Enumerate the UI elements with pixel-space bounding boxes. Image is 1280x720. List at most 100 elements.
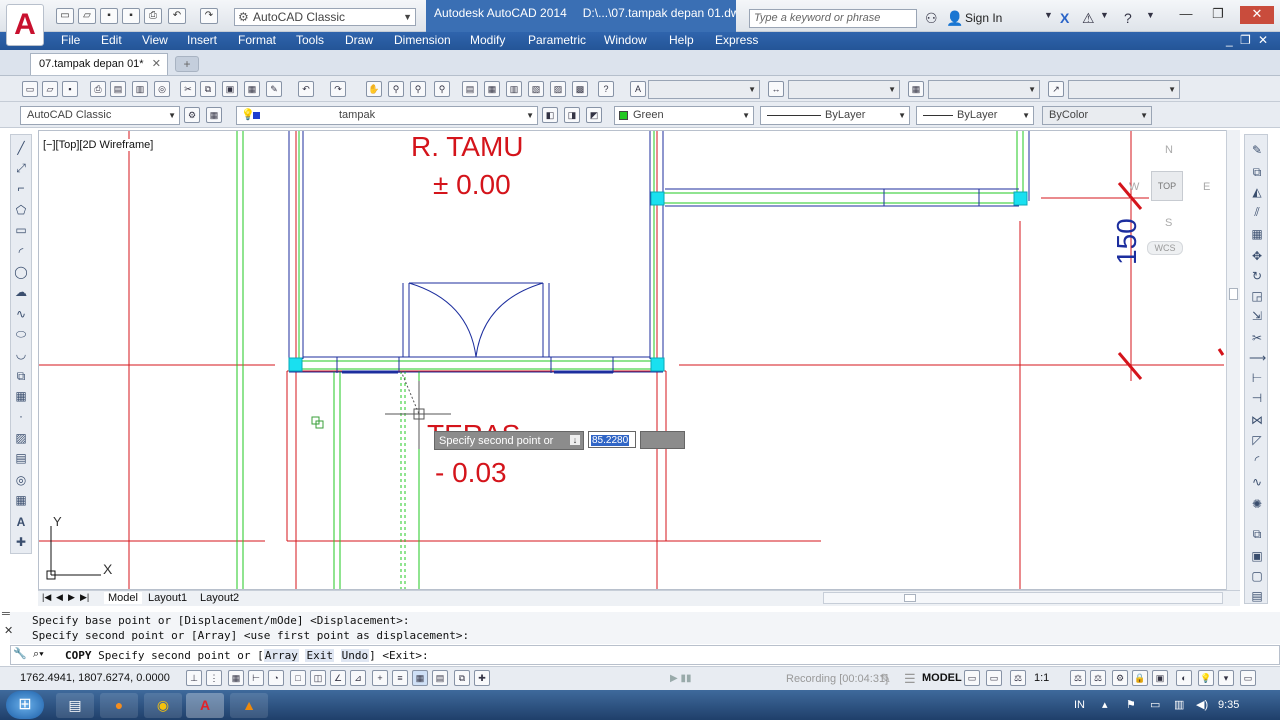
revcloud-icon[interactable]: ☁ — [13, 285, 29, 299]
clean-screen-icon[interactable]: ▭ — [1240, 670, 1256, 686]
next-tab-icon[interactable]: ▶ — [68, 592, 75, 603]
language-indicator[interactable]: IN — [1074, 699, 1085, 711]
vlc-icon[interactable]: ▲ — [230, 693, 268, 718]
workspace-dropdown[interactable]: ⚙ AutoCAD Classic ▼ — [234, 8, 416, 26]
sign-in-button[interactable]: Sign In — [965, 11, 1002, 25]
text-front-icon[interactable]: ▤ — [1249, 589, 1265, 603]
paste-icon[interactable]: ▣ — [222, 81, 238, 97]
display-icon[interactable]: ▭ — [1150, 698, 1160, 711]
scroll-thumb[interactable] — [904, 594, 916, 602]
array-icon[interactable]: ▦ — [1249, 227, 1265, 241]
tool-palettes-icon[interactable]: ▥ — [506, 81, 522, 97]
design-center-icon[interactable]: ▦ — [484, 81, 500, 97]
workspace-dropdown[interactable]: AutoCAD Classic ▼ — [20, 106, 180, 125]
tab-layout2[interactable]: Layout2 — [200, 592, 239, 604]
explode-icon[interactable]: ✺ — [1249, 497, 1265, 511]
annotation-scale-icon[interactable]: ⚖ — [1010, 670, 1026, 686]
linetype-dropdown[interactable]: ByLayer ▼ — [760, 106, 910, 125]
option-array[interactable]: Array — [263, 649, 299, 662]
polygon-icon[interactable]: ⬠ — [13, 203, 29, 217]
grid-icon[interactable]: ▦ — [228, 670, 244, 686]
saveas-icon[interactable]: ▪ — [122, 8, 140, 24]
tray-expand-icon[interactable]: ▴ — [1102, 698, 1108, 711]
first-tab-icon[interactable]: |◀ — [42, 592, 51, 603]
wrench-icon[interactable]: 🔧 — [13, 647, 27, 660]
undo-icon[interactable]: ↶ — [168, 8, 186, 24]
make-block-icon[interactable]: ▦ — [13, 389, 29, 403]
qnew-icon[interactable]: ▭ — [22, 81, 38, 97]
lineweight-dropdown[interactable]: ByLayer ▼ — [916, 106, 1034, 125]
redo-icon[interactable]: ↷ — [200, 8, 218, 24]
clock[interactable]: 9:35 — [1218, 699, 1239, 711]
selection-cycling-icon[interactable]: ⧉ — [454, 670, 470, 686]
search-input[interactable]: Type a keyword or phrase — [749, 9, 917, 28]
send-back-icon[interactable]: ▢ — [1249, 569, 1265, 583]
ellipse-icon[interactable]: ⬭ — [13, 327, 29, 341]
quick-view-drawings-icon[interactable]: ▭ — [986, 670, 1002, 686]
viewcube-west[interactable]: W — [1129, 181, 1139, 193]
stretch-icon[interactable]: ⇲ — [1249, 309, 1265, 323]
exchange-icon[interactable]: X — [1060, 10, 1069, 26]
down-arrow-icon[interactable]: ↓ — [570, 435, 580, 445]
hardware-accel-icon[interactable]: ▣ — [1152, 670, 1168, 686]
break-at-point-icon[interactable]: ⊢ — [1249, 371, 1265, 385]
command-line[interactable]: 🔧 ⌕▾ COPY Specify second point or [Array… — [10, 645, 1280, 665]
block-editor-icon[interactable]: ✎ — [266, 81, 282, 97]
menu-help[interactable]: Help — [669, 32, 694, 48]
polyline-icon[interactable]: ⌐ — [13, 181, 29, 195]
recent-commands-icon[interactable]: ⌕▾ — [33, 648, 44, 661]
volume-icon[interactable]: ◀) — [1196, 698, 1208, 711]
layer-properties-icon[interactable]: ▦ — [206, 107, 222, 123]
mleader-style-dropdown[interactable]: ▼ — [1068, 80, 1180, 99]
quickcalc-icon[interactable]: ▩ — [572, 81, 588, 97]
undo-icon[interactable]: ↶ — [298, 81, 314, 97]
plotstyle-dropdown[interactable]: ByColor ▼ — [1042, 106, 1152, 125]
annotation-monitor-icon[interactable]: ✚ — [474, 670, 490, 686]
dynamic-input-field-2[interactable] — [640, 431, 685, 449]
chrome-icon[interactable]: ◉ — [144, 693, 182, 718]
layer-previous-icon[interactable]: ◨ — [564, 107, 580, 123]
dim-style-dropdown[interactable]: ▼ — [788, 80, 900, 99]
transparency-icon[interactable]: ▦ — [412, 670, 428, 686]
minimize-button[interactable]: — — [1174, 6, 1198, 24]
otrack-icon[interactable]: ∠ — [330, 670, 346, 686]
markup-icon[interactable]: ▨ — [550, 81, 566, 97]
snap-icon[interactable]: ⋮ — [206, 670, 222, 686]
binoculars-icon[interactable]: ⚇ — [925, 10, 938, 27]
recording-control-icon[interactable]: ▶ ▮▮ — [670, 673, 691, 684]
mtext-icon[interactable]: A — [13, 515, 29, 529]
option-exit[interactable]: Exit — [305, 649, 334, 662]
dyn-icon[interactable]: + — [372, 670, 388, 686]
blend-icon[interactable]: ∿ — [1249, 475, 1265, 489]
fillet-icon[interactable]: ◜ — [1249, 453, 1265, 467]
print-icon[interactable]: ⎙ — [144, 8, 162, 24]
menu-format[interactable]: Format — [238, 32, 276, 48]
line-icon[interactable]: ╱ — [13, 141, 29, 155]
menu-draw[interactable]: Draw — [345, 32, 373, 48]
save-icon[interactable]: ▪ — [62, 81, 78, 97]
pen-icon[interactable]: ✎ — [880, 671, 891, 687]
menu-view[interactable]: View — [142, 32, 168, 48]
help-icon[interactable]: ? — [1124, 10, 1132, 26]
menu-window[interactable]: Window — [604, 32, 647, 48]
last-tab-icon[interactable]: ▶| — [80, 592, 89, 603]
quick-properties-icon[interactable]: ▤ — [432, 670, 448, 686]
tab-model[interactable]: Model — [104, 592, 142, 604]
grips[interactable] — [288, 191, 1028, 372]
3dprint-icon[interactable]: ◎ — [154, 81, 170, 97]
coordinate-readout[interactable]: 1762.4941, 1807.6274, 0.0000 — [20, 672, 170, 684]
menu-modify[interactable]: Modify — [470, 32, 505, 48]
tab-layout1[interactable]: Layout1 — [148, 592, 187, 604]
triangle-icon[interactable]: ⚠ — [1082, 10, 1095, 27]
close-icon[interactable]: ✕ — [4, 624, 13, 637]
app-menu-button[interactable]: A — [6, 4, 44, 46]
table-style-dropdown[interactable]: ▼ — [928, 80, 1040, 99]
viewcube[interactable]: N W E TOP S WCS — [1129, 141, 1229, 261]
viewcube-east[interactable]: E — [1203, 181, 1210, 193]
circle-icon[interactable]: ◯ — [13, 265, 29, 279]
drawing-viewport[interactable]: [−][Top][2D Wireframe] R. TAMU ± 0.00 TE… — [38, 130, 1230, 590]
mleader-style-icon[interactable]: ↗ — [1048, 81, 1064, 97]
dynamic-input-field[interactable]: 85.2280 — [588, 431, 636, 448]
layer-state-icon[interactable]: ◩ — [586, 107, 602, 123]
sheet-set-icon[interactable]: ▧ — [528, 81, 544, 97]
